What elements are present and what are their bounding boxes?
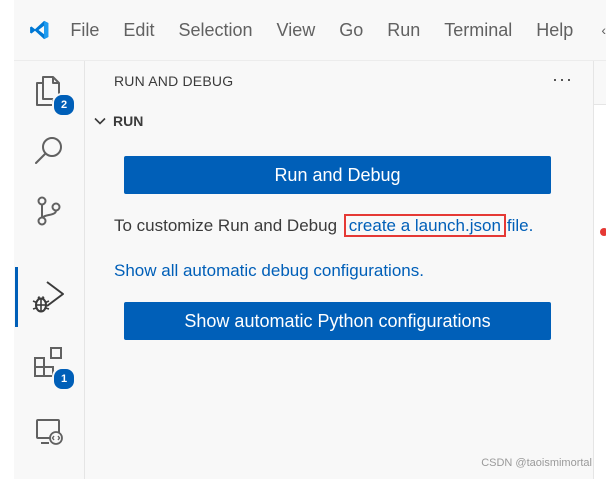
section-run-header[interactable]: RUN [93, 113, 143, 129]
activity-remote-explorer[interactable] [14, 401, 84, 461]
menu-terminal[interactable]: Terminal [444, 20, 512, 41]
remote-explorer-icon [36, 419, 63, 445]
search-icon [35, 137, 62, 164]
create-launch-json-link[interactable]: create a launch.json [343, 214, 506, 237]
customize-prefix: To customize Run and Debug [114, 216, 342, 235]
activity-run-debug[interactable] [14, 267, 84, 327]
menu-bar: File Edit Selection View Go Run Terminal… [14, 0, 606, 61]
menu-edit[interactable]: Edit [123, 20, 154, 41]
run-debug-view: RUN AND DEBUG ··· RUN Run and Debug To c… [85, 61, 593, 479]
vscode-logo-icon [30, 20, 49, 40]
menu-help[interactable]: Help [536, 20, 573, 41]
annotation-dot [600, 228, 606, 236]
vscode-window: File Edit Selection View Go Run Terminal… [0, 0, 606, 479]
activity-explorer[interactable]: 2 [14, 61, 84, 121]
activity-search[interactable] [14, 121, 84, 181]
watermark: CSDN @taoismimortal [481, 457, 592, 469]
left-edge [0, 0, 14, 479]
editor-tab-bar [594, 61, 606, 105]
menu-file[interactable]: File [70, 20, 99, 41]
editor-area [593, 61, 606, 479]
menu-selection[interactable]: Selection [178, 20, 252, 41]
activity-source-control[interactable] [14, 181, 84, 241]
show-python-configs-button[interactable]: Show automatic Python configurations [124, 302, 551, 340]
chevron-down-icon [94, 117, 106, 125]
extensions-badge: 1 [52, 367, 76, 391]
activity-extensions[interactable]: 1 [14, 333, 84, 393]
run-and-debug-button[interactable]: Run and Debug [124, 156, 551, 194]
menu-run[interactable]: Run [387, 20, 420, 41]
more-actions-icon[interactable]: ··· [552, 69, 573, 90]
launch-json-file-suffix[interactable]: file. [507, 216, 533, 235]
explorer-badge: 2 [52, 93, 76, 117]
view-title: RUN AND DEBUG [114, 73, 234, 89]
menu-go[interactable]: Go [339, 20, 363, 41]
run-debug-icon [32, 281, 64, 313]
menu-view[interactable]: View [277, 20, 316, 41]
activity-bar: 2 1 [14, 61, 85, 479]
source-control-icon [37, 196, 61, 226]
section-run-label: RUN [113, 113, 144, 129]
chevron-left-icon[interactable]: ‹ [601, 22, 606, 38]
show-all-debug-configs-link[interactable]: Show all automatic debug configurations. [114, 261, 424, 281]
customize-text: To customize Run and Debug create a laun… [114, 214, 533, 237]
